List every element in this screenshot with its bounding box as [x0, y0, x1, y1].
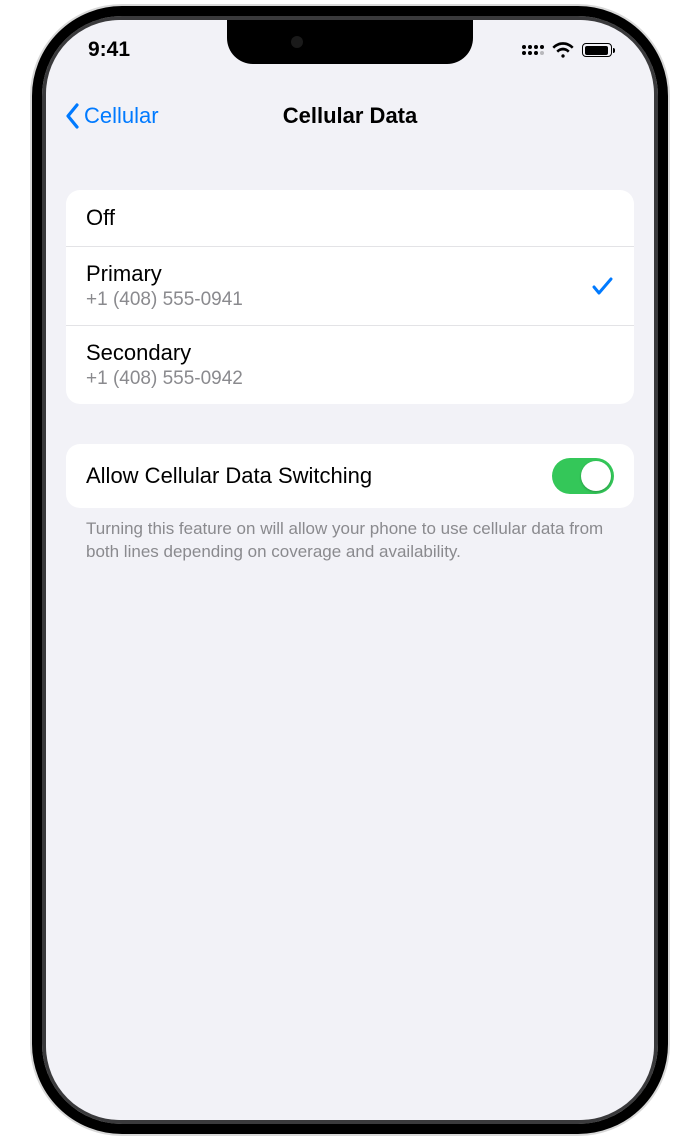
status-right [522, 41, 612, 59]
option-sub: +1 (408) 555-0942 [86, 368, 243, 390]
back-button[interactable]: Cellular [64, 102, 159, 130]
allow-switching-row[interactable]: Allow Cellular Data Switching [66, 444, 634, 508]
cellular-signal-icon [522, 45, 544, 55]
option-primary[interactable]: Primary +1 (408) 555-0941 [66, 246, 634, 325]
option-label: Primary [86, 261, 243, 287]
notch [227, 20, 473, 64]
battery-icon [582, 43, 612, 57]
option-off[interactable]: Off [66, 190, 634, 246]
option-sub: +1 (408) 555-0941 [86, 289, 243, 311]
option-label: Off [86, 205, 115, 231]
phone-frame: 9:41 Cellular Cellular Data [32, 6, 668, 1134]
data-line-group: Off Primary +1 (408) 555-0941 Secondary [66, 190, 634, 404]
screen: 9:41 Cellular Cellular Data [46, 20, 654, 1120]
switching-label: Allow Cellular Data Switching [86, 463, 372, 489]
wifi-icon [552, 41, 574, 59]
option-label: Secondary [86, 340, 243, 366]
status-time: 9:41 [88, 38, 130, 62]
nav-bar: Cellular Cellular Data [46, 80, 654, 152]
switching-group: Allow Cellular Data Switching [66, 444, 634, 508]
option-secondary[interactable]: Secondary +1 (408) 555-0942 [66, 325, 634, 404]
chevron-left-icon [64, 102, 82, 130]
switching-toggle[interactable] [552, 458, 614, 494]
checkmark-icon [590, 274, 614, 298]
switching-footer: Turning this feature on will allow your … [66, 508, 634, 564]
back-label: Cellular [84, 103, 159, 129]
page-title: Cellular Data [283, 103, 418, 129]
content: Off Primary +1 (408) 555-0941 Secondary [46, 190, 654, 564]
